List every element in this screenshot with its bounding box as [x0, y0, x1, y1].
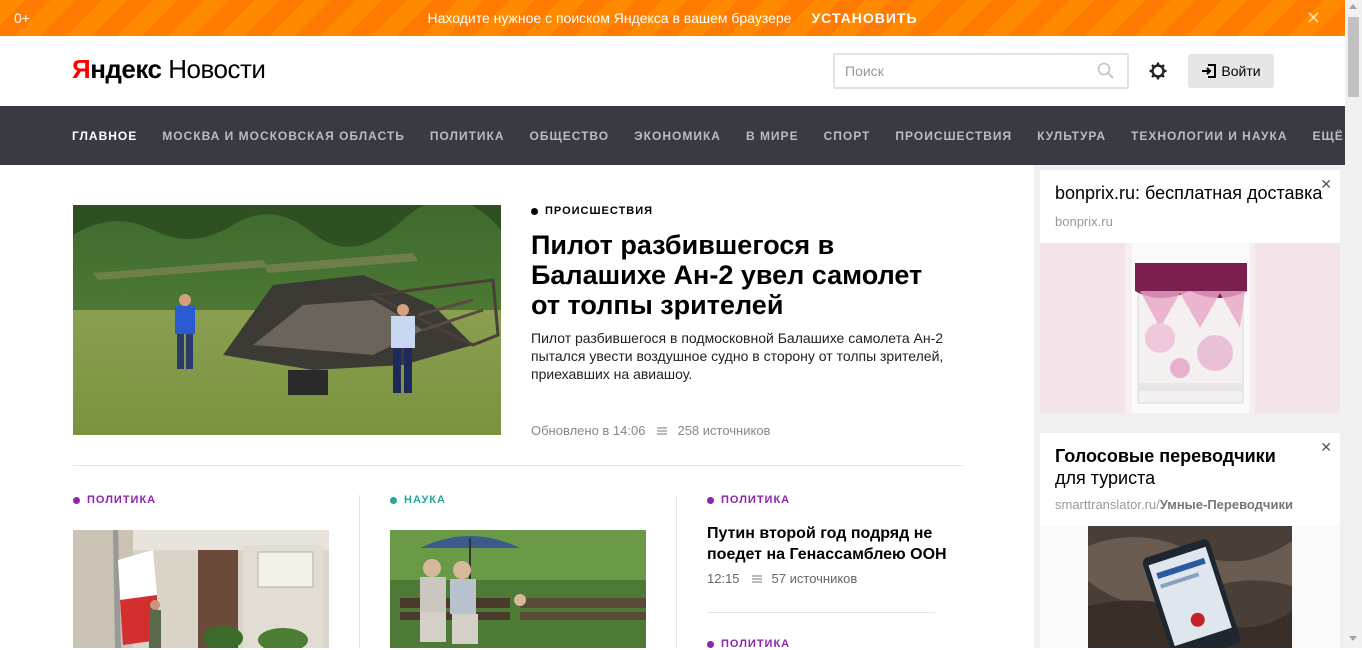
- nav-item-sport[interactable]: СПОРТ: [824, 129, 871, 143]
- login-icon: [1202, 64, 1217, 78]
- ad-title[interactable]: Голосовые переводчики для туриста: [1055, 445, 1276, 489]
- story-image[interactable]: [73, 530, 329, 648]
- sources-link[interactable]: 258 источников: [677, 423, 770, 438]
- main-story-category[interactable]: ПРОИСШЕСТВИЯ: [531, 205, 653, 217]
- main-story-image[interactable]: [73, 205, 501, 435]
- ad-translator[interactable]: Голосовые переводчики для туриста smarttr…: [1040, 433, 1340, 648]
- divider: [707, 612, 935, 613]
- gear-icon[interactable]: [1149, 62, 1167, 85]
- nav-item-society[interactable]: ОБЩЕСТВО: [530, 129, 610, 143]
- sources-link[interactable]: 57 источников: [772, 571, 858, 586]
- story-category[interactable]: ПОЛИТИКА: [707, 494, 790, 506]
- install-button[interactable]: УСТАНОВИТЬ: [811, 10, 917, 26]
- story-title[interactable]: Путин второй год подряд не поедет на Ген…: [707, 523, 957, 565]
- ad-title[interactable]: bonprix.ru: бесплатная доставка: [1055, 182, 1322, 204]
- sources-icon: [657, 426, 668, 435]
- nav-item-main[interactable]: ГЛАВНОЕ: [72, 129, 137, 143]
- close-banner-icon[interactable]: ✕: [1306, 8, 1321, 29]
- main-story-title[interactable]: Пилот разбившегося в Балашихе Ан-2 увел …: [531, 230, 951, 320]
- main-story-meta: Обновлено в 14:06 258 источников: [531, 423, 770, 438]
- story-time: 12:15: [707, 571, 740, 586]
- scroll-up-icon[interactable]: [1349, 4, 1357, 9]
- login-button[interactable]: Войти: [1188, 54, 1274, 88]
- category-dot: [390, 496, 397, 504]
- ad-domain[interactable]: bonprix.ru: [1055, 214, 1113, 229]
- ad-domain[interactable]: smarttranslator.ru/Умные-Переводчики: [1055, 497, 1293, 512]
- promo-message: Находите нужное с поиском Яндекса в ваше…: [427, 10, 792, 26]
- category-dot: [531, 207, 538, 215]
- install-browser-banner: 0+ Находите нужное с поиском Яндекса в в…: [0, 0, 1345, 36]
- category-dot: [707, 640, 714, 648]
- sources-icon: [751, 574, 762, 583]
- main-story-description: Пилот разбившегося в подмосковной Балаши…: [531, 330, 944, 382]
- nav-item-more[interactable]: ЕЩЁ: [1313, 129, 1344, 143]
- scrollbar-thumb[interactable]: [1348, 17, 1359, 97]
- divider: [73, 465, 963, 466]
- story-meta: 12:15 57 источников: [707, 571, 857, 586]
- nav-item-politics[interactable]: ПОЛИТИКА: [430, 129, 505, 143]
- story-category[interactable]: НАУКА: [390, 494, 446, 506]
- search-box: [833, 53, 1129, 89]
- yandex-news-logo[interactable]: Яндекс Новости: [72, 54, 266, 85]
- category-nav: ГЛАВНОЕ МОСКВА И МОСКОВСКАЯ ОБЛАСТЬ ПОЛИ…: [0, 106, 1345, 165]
- nav-item-moscow[interactable]: МОСКВА И МОСКОВСКАЯ ОБЛАСТЬ: [162, 129, 405, 143]
- column-divider: [676, 495, 677, 648]
- updated-time: Обновлено в 14:06: [531, 423, 646, 438]
- nav-item-world[interactable]: В МИРЕ: [746, 129, 799, 143]
- story-category[interactable]: ПОЛИТИКА: [73, 494, 156, 506]
- column-divider: [359, 495, 360, 648]
- scroll-down-icon[interactable]: [1349, 636, 1357, 641]
- story-image[interactable]: [390, 530, 646, 648]
- search-input[interactable]: [845, 63, 1095, 79]
- ad-bonprix[interactable]: bonprix.ru: бесплатная доставка bonprix.…: [1040, 170, 1340, 413]
- ad-image[interactable]: [1040, 243, 1340, 413]
- nav-item-tech-science[interactable]: ТЕХНОЛОГИИ И НАУКА: [1131, 129, 1287, 143]
- page-scrollbar[interactable]: [1345, 0, 1362, 648]
- category-dot: [73, 496, 80, 504]
- category-dot: [707, 496, 714, 504]
- close-ad-icon[interactable]: ✕: [1320, 439, 1332, 456]
- age-rating: 0+: [14, 10, 30, 26]
- search-icon[interactable]: [1097, 62, 1115, 85]
- story-category[interactable]: ПОЛИТИКА: [707, 638, 790, 650]
- nav-item-incidents[interactable]: ПРОИСШЕСТВИЯ: [895, 129, 1012, 143]
- nav-item-economy[interactable]: ЭКОНОМИКА: [634, 129, 721, 143]
- ad-image[interactable]: [1040, 526, 1340, 648]
- header: Яндекс Новости Войти: [0, 36, 1345, 106]
- nav-item-culture[interactable]: КУЛЬТУРА: [1037, 129, 1106, 143]
- close-ad-icon[interactable]: ✕: [1320, 176, 1332, 193]
